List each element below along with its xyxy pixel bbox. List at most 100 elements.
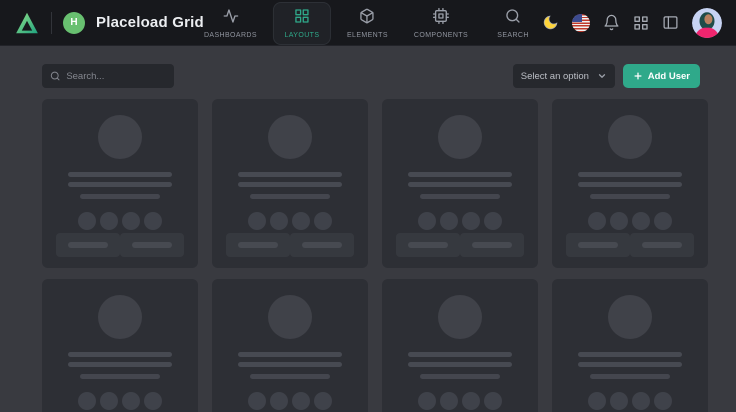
placeholder-bar [68,172,172,177]
placeholder-dot [314,212,332,230]
placeholder-bar [238,172,342,177]
placeholder-dot [632,212,650,230]
placeholder-avatar-circle [98,295,142,339]
placeload-card [42,99,198,268]
toolbar: Select an option Add User [42,64,700,88]
placeholder-dot [654,392,672,410]
placeholder-text-lines [578,352,682,379]
placeholder-text-lines [408,172,512,199]
theme-toggle-button[interactable] [542,14,559,31]
nav-item-label: LAYOUTS [284,32,319,39]
main-nav: DASHBOARDS LAYOUTS ELEMENTS COMPONENTS S… [194,0,542,46]
placeholder-avatar-circle [438,115,482,159]
sidebar-toggle-button[interactable] [662,14,679,31]
add-user-button[interactable]: Add User [623,64,700,88]
placeholder-avatar-circle [98,115,142,159]
placeholder-button [120,233,184,257]
nav-item-components[interactable]: COMPONENTS [404,2,478,45]
placeload-card [212,279,368,412]
user-avatar[interactable] [692,8,722,38]
placeholder-bar [578,362,682,367]
placeholder-dot [78,392,96,410]
search-input[interactable] [66,71,166,82]
placeholder-bar [238,352,342,357]
placeholder-dot [248,392,266,410]
placeholder-dot [588,392,606,410]
placeholder-button [630,233,694,257]
notifications-button[interactable] [603,14,620,31]
placeholder-button-bar [132,242,172,248]
placeholder-text-lines [238,172,342,199]
placeholder-dot [440,212,458,230]
placeholder-bar [420,374,500,379]
page-title: Placeload Grid [96,14,204,31]
placeholder-dot [632,392,650,410]
nav-item-dashboards[interactable]: DASHBOARDS [194,2,267,45]
placeholder-bar [80,374,160,379]
placeholder-dot-row [248,212,332,230]
placeholder-button-bar [472,242,512,248]
placeholder-bar [250,374,330,379]
select-value: Select an option [521,71,597,82]
placeholder-button-bar [238,242,278,248]
placeholder-bar [590,374,670,379]
nav-item-elements[interactable]: ELEMENTS [337,2,398,45]
placeholder-text-lines [408,352,512,379]
placeholder-button-bar [578,242,618,248]
placeholder-dot [654,212,672,230]
placeholder-dot-row [78,392,162,410]
placeholder-bar [68,182,172,187]
toolbar-actions: Select an option Add User [513,64,700,88]
placeholder-bar [238,182,342,187]
placeholder-dot-row [248,392,332,410]
divider [51,12,52,34]
apps-menu-button[interactable] [633,15,649,31]
placeholder-dot [292,392,310,410]
placeholder-button-row [56,233,184,257]
box-icon [359,8,375,29]
app-badge: H [63,12,85,34]
placeholder-dot [144,212,162,230]
placeholder-dot [292,212,310,230]
placeholder-bar [80,194,160,199]
placeholder-dot [484,212,502,230]
brand-logo[interactable] [14,10,40,36]
search-box [42,64,174,88]
triangle-logo-icon [14,10,40,36]
placeholder-avatar-circle [438,295,482,339]
nav-item-label: ELEMENTS [347,32,388,39]
bell-icon [603,14,620,31]
placeholder-bar [578,172,682,177]
nav-item-search[interactable]: SEARCH [484,2,542,45]
moon-icon [542,14,559,31]
options-select[interactable]: Select an option [513,64,615,88]
nav-item-label: SEARCH [497,32,529,39]
placeholder-dot [100,212,118,230]
cpu-icon [433,8,449,29]
placeholder-bar [420,194,500,199]
placeholder-dot [418,392,436,410]
placeholder-button-row [396,233,524,257]
placeholder-dot [610,392,628,410]
placeholder-bar [578,182,682,187]
placeholder-button [226,233,290,257]
placeholder-button-bar [302,242,342,248]
sidebar-toggle-icon [662,14,679,31]
nav-item-label: DASHBOARDS [204,32,257,39]
placeholder-button-row [566,233,694,257]
nav-item-layouts[interactable]: LAYOUTS [273,2,331,45]
placeholder-dot-row [588,392,672,410]
placeholder-dot [462,212,480,230]
cards-grid [42,99,700,412]
apps-icon [633,15,649,31]
placeholder-avatar-circle [608,115,652,159]
placeholder-dot [588,212,606,230]
placeholder-text-lines [238,352,342,379]
placeholder-avatar-circle [268,295,312,339]
placeholder-button [460,233,524,257]
language-selector-button[interactable] [572,14,590,32]
us-flag-icon [572,14,590,32]
placeholder-dot [100,392,118,410]
placeload-card [382,99,538,268]
placeholder-dot [484,392,502,410]
